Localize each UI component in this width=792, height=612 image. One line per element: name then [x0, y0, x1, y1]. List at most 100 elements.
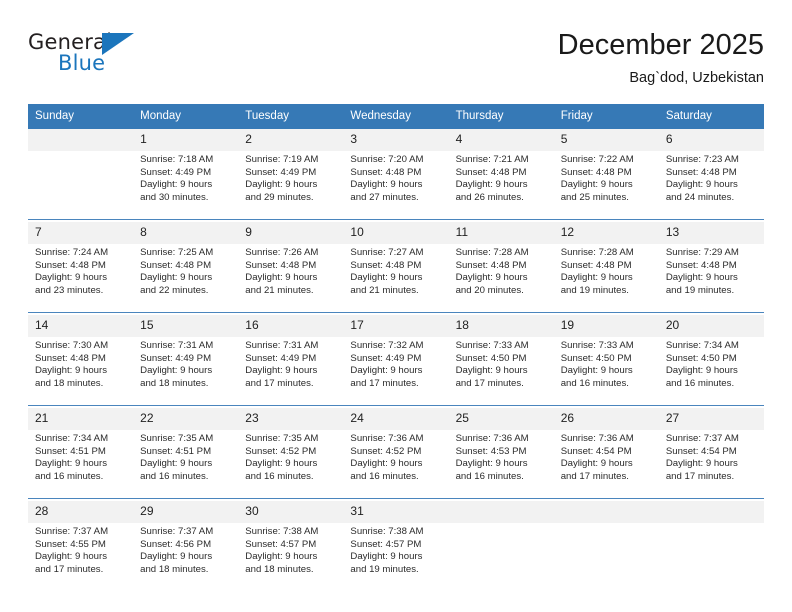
day-cell-3: Sunrise: 7:20 AM Sunset: 4:48 PM Daylight:… [343, 151, 448, 220]
day-sunset-text: Sunset: 4:48 PM [245, 259, 317, 271]
day-sunset-text: Sunset: 4:52 PM [350, 445, 422, 457]
day-daylight-text: Daylight: 9 hours [560, 272, 633, 284]
day-daylight-text: Daylight: 9 hours [455, 272, 528, 284]
day-detail-row: Sunrise: 7:30 AM Sunset: 4:48 PM Daylight:… [28, 337, 764, 406]
day-sunrise-text: Sunrise: 7:32 AM [350, 340, 424, 351]
day-daylight-text: Daylight: 9 hours [245, 272, 318, 284]
day-number-row: 21 22 23 24 25 26 27 [28, 408, 764, 430]
day-daylight-text: and 19 minutes. [350, 563, 419, 575]
day-number-11[interactable]: 11 [448, 222, 554, 244]
day-daylight-text: Daylight: 9 hours [455, 458, 528, 470]
day-daylight-text: Daylight: 9 hours [245, 365, 318, 377]
page-title: December 2025 [557, 29, 764, 61]
day-number-2[interactable]: 2 [238, 129, 344, 151]
day-number-8[interactable]: 8 [133, 222, 239, 244]
day-cell-20: Sunrise: 7:34 AM Sunset: 4:50 PM Daylight:… [659, 337, 764, 406]
day-sunset-text: Sunset: 4:50 PM [665, 352, 737, 364]
day-cell-15: Sunrise: 7:31 AM Sunset: 4:49 PM Daylight:… [133, 337, 238, 406]
day-number-9[interactable]: 9 [238, 222, 344, 244]
day-number-25[interactable]: 25 [448, 408, 554, 430]
day-number-27[interactable]: 27 [658, 408, 764, 430]
day-number-28[interactable]: 28 [28, 501, 134, 523]
day-daylight-text: and 23 minutes. [35, 284, 104, 296]
day-number-15[interactable]: 15 [133, 315, 239, 337]
day-number-24[interactable]: 24 [343, 408, 449, 430]
day-sunset-text: Sunset: 4:49 PM [245, 352, 317, 364]
day-sunrise-text: Sunrise: 7:28 AM [560, 247, 634, 258]
day-number-31[interactable]: 31 [343, 501, 449, 523]
day-daylight-text: and 30 minutes. [140, 191, 209, 203]
day-daylight-text: and 18 minutes. [140, 377, 209, 389]
weekday-header-thursday: Thursday [448, 104, 554, 129]
day-number-26[interactable]: 26 [553, 408, 659, 430]
day-sunrise-text: Sunrise: 7:30 AM [35, 340, 109, 351]
day-daylight-text: Daylight: 9 hours [350, 551, 423, 563]
day-cell-empty [659, 523, 764, 591]
general-blue-logo[interactable]: General Blue [28, 30, 208, 86]
day-daylight-text: Daylight: 9 hours [350, 365, 423, 377]
day-sunrise-text: Sunrise: 7:25 AM [140, 247, 214, 258]
day-daylight-text: and 24 minutes. [665, 191, 735, 203]
day-number-6[interactable]: 6 [658, 129, 764, 151]
day-daylight-text: Daylight: 9 hours [560, 179, 633, 191]
day-number-1[interactable]: 1 [133, 129, 239, 151]
day-number-29[interactable]: 29 [133, 501, 239, 523]
day-number-19[interactable]: 19 [553, 315, 659, 337]
day-daylight-text: and 18 minutes. [245, 563, 314, 575]
day-sunset-text: Sunset: 4:57 PM [245, 538, 317, 550]
day-sunset-text: Sunset: 4:48 PM [455, 166, 527, 178]
day-sunset-text: Sunset: 4:48 PM [560, 259, 632, 271]
day-sunset-text: Sunset: 4:57 PM [350, 538, 422, 550]
day-daylight-text: Daylight: 9 hours [455, 179, 528, 191]
day-number-empty [553, 501, 659, 523]
day-sunset-text: Sunset: 4:54 PM [560, 445, 632, 457]
calendar-header-row: Sunday Monday Tuesday Wednesday Thursday Frid… [28, 104, 764, 129]
day-daylight-text: and 21 minutes. [245, 284, 314, 296]
day-number-10[interactable]: 10 [343, 222, 449, 244]
day-sunset-text: Sunset: 4:48 PM [35, 259, 106, 271]
day-number-23[interactable]: 23 [238, 408, 344, 430]
day-number-14[interactable]: 14 [28, 315, 134, 337]
day-cell-empty [554, 523, 659, 591]
day-number-30[interactable]: 30 [238, 501, 344, 523]
day-cell-24: Sunrise: 7:36 AM Sunset: 4:52 PM Daylight:… [343, 430, 448, 499]
day-daylight-text: Daylight: 9 hours [140, 272, 213, 284]
day-daylight-text: Daylight: 9 hours [245, 551, 318, 563]
day-number-16[interactable]: 16 [238, 315, 344, 337]
day-daylight-text: and 19 minutes. [560, 284, 629, 296]
day-sunset-text: Sunset: 4:49 PM [140, 352, 212, 364]
day-sunset-text: Sunset: 4:48 PM [350, 259, 422, 271]
day-sunset-text: Sunset: 4:48 PM [560, 166, 632, 178]
day-cell-17: Sunrise: 7:32 AM Sunset: 4:49 PM Daylight:… [343, 337, 448, 406]
weekday-header-saturday: Saturday [658, 104, 764, 129]
day-daylight-text: Daylight: 9 hours [665, 272, 738, 284]
page-subtitle-location: Bag`dod, Uzbekistan [629, 70, 764, 86]
day-cell-21: Sunrise: 7:34 AM Sunset: 4:51 PM Daylight:… [28, 430, 133, 499]
day-cell-4: Sunrise: 7:21 AM Sunset: 4:48 PM Daylight:… [449, 151, 554, 220]
day-number-4[interactable]: 4 [448, 129, 554, 151]
day-number-13[interactable]: 13 [658, 222, 764, 244]
day-cell-11: Sunrise: 7:28 AM Sunset: 4:48 PM Daylight:… [449, 244, 554, 313]
day-daylight-text: Daylight: 9 hours [245, 179, 318, 191]
day-sunset-text: Sunset: 4:48 PM [140, 259, 212, 271]
day-daylight-text: and 25 minutes. [560, 191, 629, 203]
day-number-row: 14 15 16 17 18 19 20 [28, 315, 764, 337]
day-number-21[interactable]: 21 [28, 408, 134, 430]
day-number-7[interactable]: 7 [28, 222, 134, 244]
day-number-20[interactable]: 20 [658, 315, 764, 337]
day-sunset-text: Sunset: 4:54 PM [665, 445, 737, 457]
day-cell-empty [449, 523, 554, 591]
day-number-3[interactable]: 3 [343, 129, 449, 151]
day-sunrise-text: Sunrise: 7:28 AM [455, 247, 529, 258]
day-daylight-text: and 17 minutes. [665, 470, 735, 482]
day-number-18[interactable]: 18 [448, 315, 554, 337]
day-number-row: 28 29 30 31 [28, 501, 764, 523]
day-daylight-text: and 17 minutes. [350, 377, 419, 389]
day-daylight-text: and 18 minutes. [35, 377, 104, 389]
day-sunrise-text: Sunrise: 7:38 AM [245, 526, 319, 537]
day-number-22[interactable]: 22 [133, 408, 239, 430]
day-number-17[interactable]: 17 [343, 315, 449, 337]
day-number-5[interactable]: 5 [553, 129, 659, 151]
day-sunset-text: Sunset: 4:50 PM [455, 352, 527, 364]
day-number-12[interactable]: 12 [553, 222, 659, 244]
